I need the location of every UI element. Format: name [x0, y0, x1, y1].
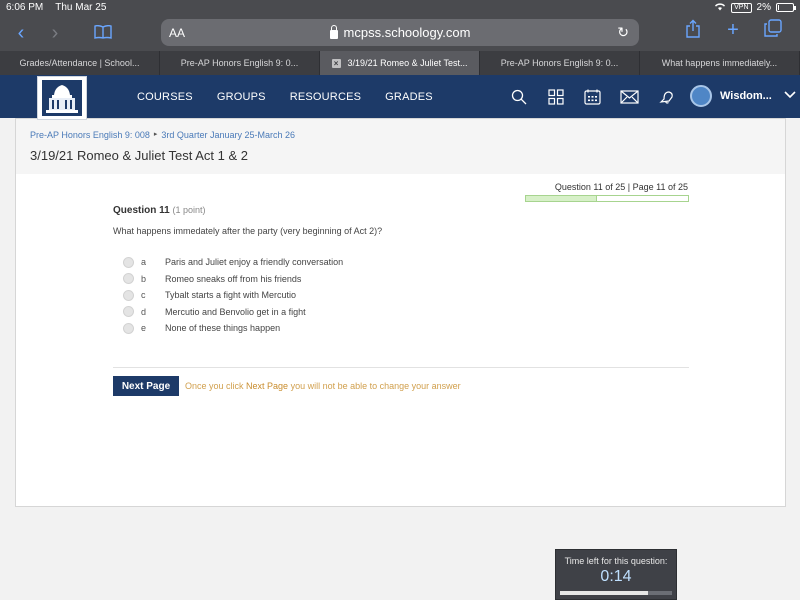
answer-text[interactable]: Mercutio and Benvolio get in a fight — [165, 307, 306, 317]
status-right: VPN 2% — [714, 2, 796, 14]
answer-choice[interactable]: e None of these things happen — [123, 320, 343, 337]
answer-letter: b — [141, 273, 147, 284]
answer-choice[interactable]: a Paris and Juliet enjoy a friendly conve… — [123, 254, 343, 271]
breadcrumb: Pre-AP Honors English 9: 008 ▸ 3rd Quart… — [30, 130, 295, 140]
nav-courses[interactable]: COURSES — [137, 91, 193, 103]
breadcrumb-course-link[interactable]: Pre-AP Honors English 9: 008 — [30, 130, 150, 140]
notifications-bell-icon[interactable] — [648, 89, 685, 105]
messages-icon[interactable] — [611, 89, 648, 104]
reload-icon[interactable]: ↻ — [617, 24, 629, 41]
warning-text-emphasis: Next Page — [246, 381, 289, 391]
timer-bar — [560, 591, 672, 595]
url-display[interactable]: mcpss.schoology.com — [329, 24, 471, 40]
header-icons — [500, 75, 685, 118]
nav-grades[interactable]: GRADES — [385, 91, 433, 103]
tab-label: 3/19/21 Romeo & Juliet Test... — [347, 58, 468, 68]
share-icon[interactable] — [676, 19, 710, 45]
new-tab-icon[interactable]: + — [716, 19, 750, 45]
answer-radio[interactable] — [123, 306, 134, 318]
battery-percent: 2% — [756, 2, 771, 13]
warning-text-start: Once you click — [185, 381, 247, 391]
back-icon[interactable]: ‹ — [4, 22, 38, 45]
browser-toolbar: ‹ › AA mcpss.schoology.com ↻ + — [0, 15, 800, 51]
user-name[interactable]: Wisdom... — [720, 90, 772, 102]
browser-tab[interactable]: Pre-AP Honors English 9: 0... — [480, 51, 640, 75]
toolbar-right: + — [676, 19, 790, 45]
browser-tabs: Grades/Attendance | School... Pre-AP Hono… — [0, 51, 800, 75]
browser-tab[interactable]: × 3/19/21 Romeo & Juliet Test... — [320, 51, 480, 75]
reader-aa-button[interactable]: AA — [169, 26, 185, 40]
status-date: Thu Mar 25 — [55, 2, 107, 13]
browser-tab[interactable]: Grades/Attendance | School... — [0, 51, 160, 75]
lock-icon — [329, 24, 338, 39]
answer-choice[interactable]: b Romeo sneaks off from his friends — [123, 271, 343, 288]
timer-value: 0:14 — [600, 568, 632, 585]
status-time: 6:06 PM — [6, 2, 44, 13]
question-title: Question 11 (1 point) — [113, 205, 206, 216]
progress-bar — [525, 195, 689, 202]
answer-letter: a — [141, 257, 147, 268]
answer-radio[interactable] — [123, 256, 134, 268]
school-logo[interactable] — [37, 76, 87, 120]
next-page-button[interactable]: Next Page — [113, 376, 179, 396]
next-page-warning: Once you click Next Page you will not be… — [185, 381, 461, 391]
avatar[interactable] — [690, 85, 712, 107]
answer-text[interactable]: Paris and Juliet enjoy a friendly conver… — [165, 257, 343, 267]
tabs-overview-icon[interactable] — [756, 19, 790, 45]
answer-radio[interactable] — [123, 273, 134, 285]
divider — [113, 367, 689, 368]
address-bar[interactable]: AA mcpss.schoology.com ↻ — [161, 19, 639, 46]
test-card: Pre-AP Honors English 9: 008 ▸ 3rd Quart… — [15, 118, 786, 507]
progress-bar-fill — [526, 196, 598, 201]
warning-text-end: you will not be able to change your answ… — [288, 381, 461, 391]
user-menu[interactable]: Wisdom... — [690, 85, 796, 107]
tab-label: Pre-AP Honors English 9: 0... — [180, 58, 299, 68]
breadcrumb-separator: ▸ — [153, 131, 158, 138]
answer-choices: a Paris and Juliet enjoy a friendly conve… — [123, 254, 343, 337]
main-nav: COURSES GROUPS RESOURCES GRADES — [137, 75, 457, 118]
chevron-down-icon[interactable] — [784, 90, 796, 102]
battery-icon — [776, 3, 796, 12]
bookmarks-icon[interactable] — [86, 22, 120, 45]
answer-text[interactable]: None of these things happen — [165, 323, 280, 333]
browser-tab[interactable]: Pre-AP Honors English 9: 0... — [160, 51, 320, 75]
tab-label: Grades/Attendance | School... — [19, 58, 140, 68]
answer-text[interactable]: Romeo sneaks off from his friends — [165, 274, 301, 284]
question-number: Question 11 — [113, 205, 170, 216]
vpn-badge: VPN — [731, 2, 752, 13]
calendar-icon[interactable] — [574, 89, 611, 105]
question-points: (1 point) — [172, 205, 206, 215]
answer-text[interactable]: Tybalt starts a fight with Mercutio — [165, 290, 296, 300]
browser-tab[interactable]: What happens immediately... — [640, 51, 800, 75]
answer-letter: d — [141, 306, 147, 317]
wifi-icon — [714, 2, 726, 14]
nav-resources[interactable]: RESOURCES — [290, 91, 361, 103]
url-text: mcpss.schoology.com — [343, 25, 471, 40]
answer-letter: c — [141, 290, 146, 301]
tab-label: What happens immediately... — [661, 58, 778, 68]
answer-letter: e — [141, 323, 147, 334]
answer-radio[interactable] — [123, 322, 134, 334]
answer-choice[interactable]: d Mercutio and Benvolio get in a fight — [123, 304, 343, 321]
breadcrumb-section-link[interactable]: 3rd Quarter January 25-March 26 — [161, 130, 295, 140]
question-timer: Time left for this question: 0:14 — [555, 549, 677, 600]
apps-grid-icon[interactable] — [537, 88, 574, 105]
progress-label: Question 11 of 25 | Page 11 of 25 — [554, 182, 688, 192]
search-icon[interactable] — [500, 89, 537, 105]
tab-label: Pre-AP Honors English 9: 0... — [500, 58, 619, 68]
status-bar: 6:06 PM Thu Mar 25 VPN 2% — [0, 0, 800, 15]
timer-bar-fill — [560, 591, 649, 595]
breadcrumb-band — [16, 119, 785, 174]
timer-label: Time left for this question: — [564, 556, 668, 566]
close-tab-icon[interactable]: × — [331, 58, 341, 68]
answer-choice[interactable]: c Tybalt starts a fight with Mercutio — [123, 287, 343, 304]
forward-icon[interactable]: › — [38, 22, 72, 45]
nav-groups[interactable]: GROUPS — [217, 91, 266, 103]
page-title: 3/19/21 Romeo & Juliet Test Act 1 & 2 — [30, 148, 248, 163]
answer-radio[interactable] — [123, 289, 134, 301]
question-text: What happens immedately after the party … — [113, 226, 383, 236]
